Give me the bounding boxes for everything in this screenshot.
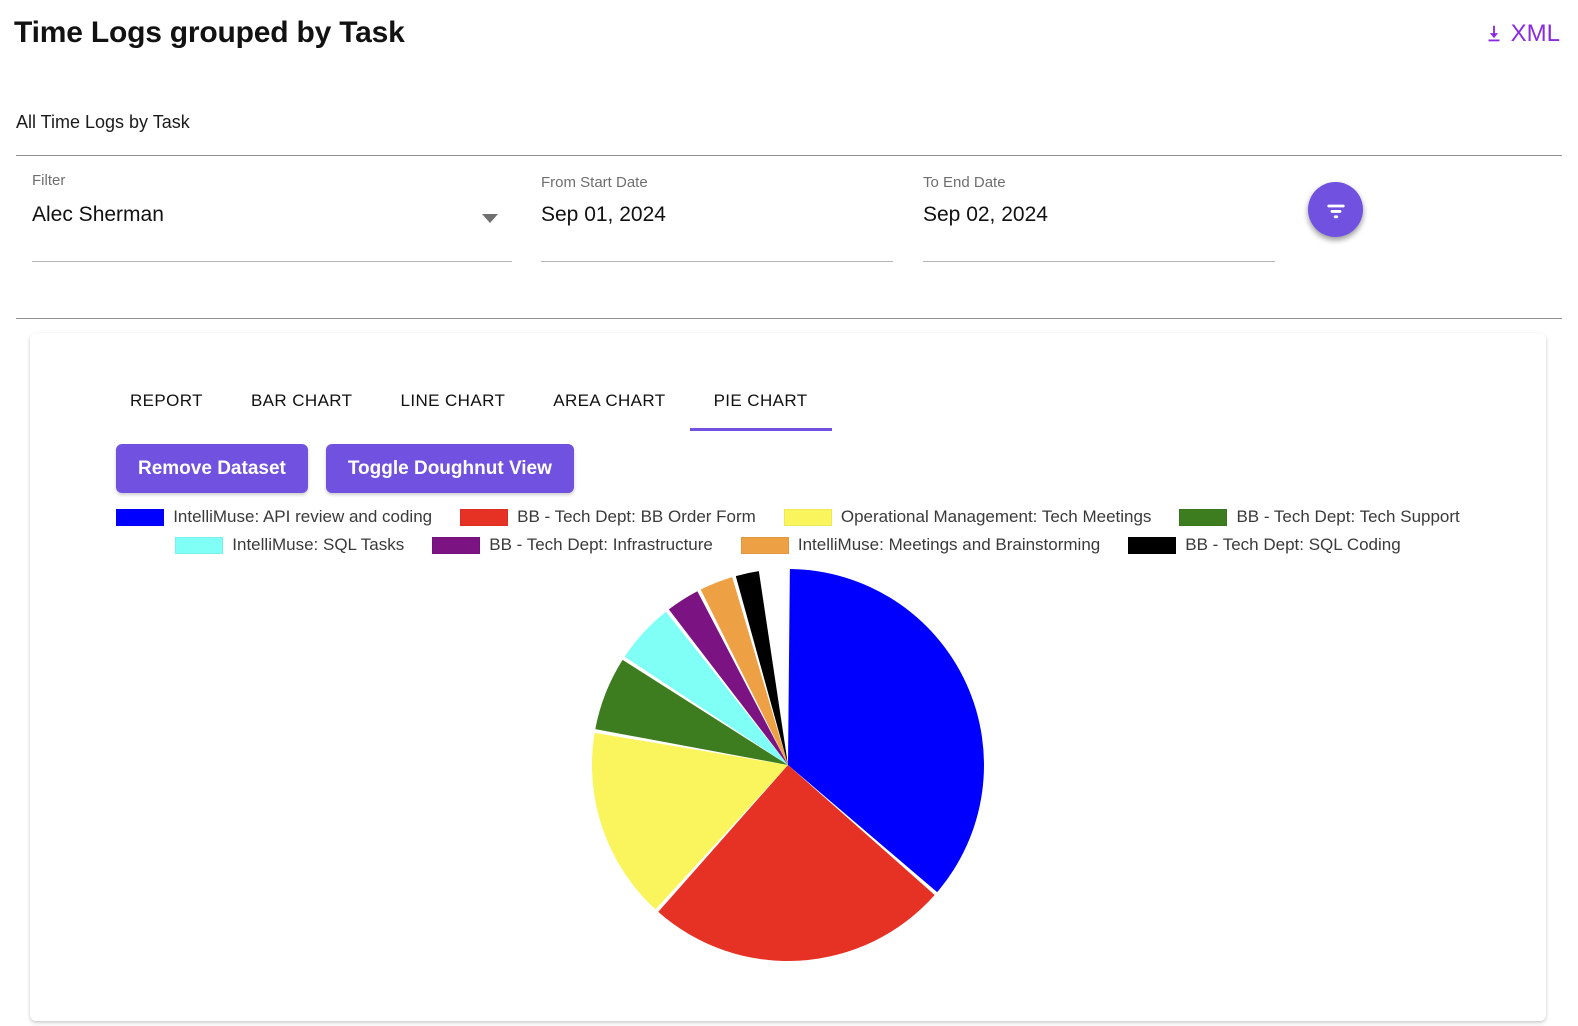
filter-icon (1323, 197, 1349, 223)
pie-chart (30, 565, 1546, 965)
to-end-date-value: Sep 02, 2024 (923, 203, 1048, 226)
legend-swatch (1179, 508, 1228, 526)
legend-item[interactable]: Operational Management: Tech Meetings (783, 507, 1152, 527)
to-end-date-field[interactable]: To End Date Sep 02, 2024 (923, 174, 1275, 262)
toggle-doughnut-button[interactable]: Toggle Doughnut View (325, 444, 574, 493)
legend-item[interactable]: BB - Tech Dept: BB Order Form (460, 507, 756, 527)
chart-card: REPORT BAR CHART LINE CHART AREA CHART P… (30, 333, 1546, 1021)
legend-item[interactable]: IntelliMuse: SQL Tasks (175, 535, 404, 555)
tab-area-chart[interactable]: AREA CHART (529, 391, 689, 431)
page-title: Time Logs grouped by Task (14, 16, 405, 49)
chart-legend: IntelliMuse: API review and coding BB - … (30, 507, 1546, 563)
page-root: Time Logs grouped by Task XML All Time L… (0, 0, 1578, 1026)
pie-chart-svg[interactable] (588, 565, 988, 965)
field-underline (32, 261, 512, 262)
export-xml-label: XML (1510, 20, 1560, 47)
legend-label: BB - Tech Dept: SQL Coding (1185, 535, 1401, 554)
from-start-date-label: From Start Date (541, 174, 648, 191)
tab-line-chart[interactable]: LINE CHART (376, 391, 529, 431)
filter-select-label: Filter (32, 172, 66, 189)
export-xml-button[interactable]: XML (1483, 20, 1560, 48)
tab-bar-chart[interactable]: BAR CHART (227, 391, 377, 431)
remove-dataset-button[interactable]: Remove Dataset (116, 444, 308, 493)
filter-select[interactable]: Filter Alec Sherman (32, 172, 512, 262)
tab-report[interactable]: REPORT (106, 391, 227, 431)
legend-item[interactable]: IntelliMuse: API review and coding (116, 507, 432, 527)
divider-bottom (16, 318, 1562, 319)
legend-swatch (432, 536, 481, 554)
chevron-down-icon[interactable] (482, 214, 498, 223)
legend-swatch (460, 508, 509, 526)
legend-item[interactable]: BB - Tech Dept: SQL Coding (1128, 535, 1401, 555)
legend-label: BB - Tech Dept: Infrastructure (489, 535, 713, 554)
legend-item[interactable]: IntelliMuse: Meetings and Brainstorming (740, 535, 1101, 555)
legend-label: Operational Management: Tech Meetings (840, 507, 1152, 526)
divider-top (16, 155, 1562, 156)
legend-label: BB - Tech Dept: BB Order Form (517, 507, 756, 526)
legend-label: IntelliMuse: API review and coding (173, 507, 433, 526)
field-underline (923, 261, 1275, 262)
chart-actions: Remove Dataset Toggle Doughnut View (116, 444, 574, 493)
legend-item[interactable]: BB - Tech Dept: Infrastructure (432, 535, 713, 555)
legend-label: IntelliMuse: Meetings and Brainstorming (797, 535, 1101, 554)
legend-row-2: IntelliMuse: SQL Tasks BB - Tech Dept: I… (30, 535, 1546, 555)
legend-swatch (116, 508, 165, 526)
from-start-date-field[interactable]: From Start Date Sep 01, 2024 (541, 174, 893, 262)
legend-item[interactable]: BB - Tech Dept: Tech Support (1179, 507, 1460, 527)
legend-swatch (740, 536, 789, 554)
chart-tabs: REPORT BAR CHART LINE CHART AREA CHART P… (106, 391, 832, 431)
filter-select-value: Alec Sherman (32, 203, 164, 226)
to-end-date-label: To End Date (923, 174, 1006, 191)
legend-label: IntelliMuse: SQL Tasks (232, 535, 405, 554)
page-subtitle: All Time Logs by Task (16, 112, 190, 132)
legend-swatch (1128, 536, 1177, 554)
apply-filter-button[interactable] (1308, 182, 1363, 237)
legend-row-1: IntelliMuse: API review and coding BB - … (30, 507, 1546, 527)
field-underline (541, 261, 893, 262)
download-icon (1483, 23, 1505, 45)
tab-pie-chart[interactable]: PIE CHART (689, 391, 832, 431)
from-start-date-value: Sep 01, 2024 (541, 203, 666, 226)
legend-label: BB - Tech Dept: Tech Support (1236, 507, 1460, 526)
legend-swatch (783, 508, 832, 526)
legend-swatch (175, 536, 224, 554)
